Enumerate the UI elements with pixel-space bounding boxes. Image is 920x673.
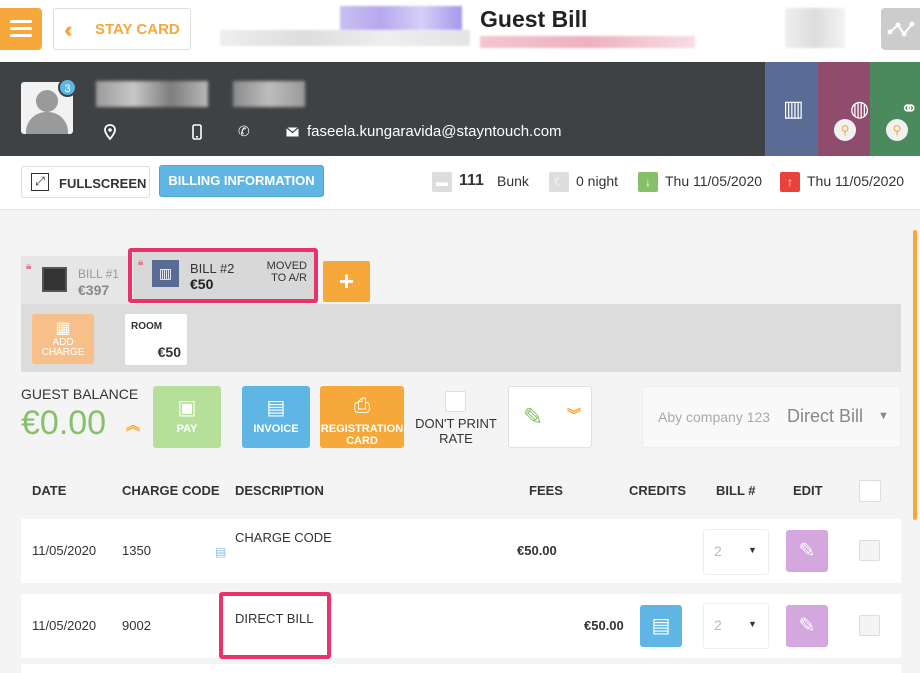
table-row[interactable]: 11/05/2020 1350 ▤ CHARGE CODE €50.00 2 ▼… bbox=[21, 519, 901, 583]
double-chevron-up-icon[interactable]: ︽ bbox=[126, 415, 140, 435]
printer-icon: ⎙ bbox=[354, 395, 370, 417]
highlight-box bbox=[128, 248, 318, 303]
room-type: Bunk bbox=[497, 173, 529, 189]
calculator-icon: ▦ bbox=[55, 320, 71, 337]
phone-icon: ✆ bbox=[238, 123, 250, 139]
network-button[interactable] bbox=[881, 8, 920, 50]
edit-button[interactable]: ✎ bbox=[786, 605, 828, 647]
pay-button[interactable]: ▣ PAY bbox=[153, 386, 221, 448]
guest-email[interactable]: faseela.kungaravida@stayntouch.com bbox=[307, 123, 562, 140]
redacted-text bbox=[220, 30, 470, 46]
col-header-charge-code: CHARGE CODE bbox=[122, 483, 220, 498]
lock-icon: 🔒︎ bbox=[26, 261, 32, 272]
fullscreen-button[interactable]: ⤢ FULLSCREEN bbox=[21, 166, 150, 198]
travel-agent-tile[interactable]: ◍ ⚲ bbox=[818, 62, 870, 156]
caret-down-icon: ▼ bbox=[748, 545, 757, 555]
bill-tab-1[interactable]: 🔒︎ BILL #1 €397 bbox=[21, 256, 129, 304]
stay-card-label: STAY CARD bbox=[95, 21, 180, 38]
receipt-icon: ▤ bbox=[651, 615, 671, 637]
guest-header: 3 ✆ faseela.kungaravida@stayntouch.com ▥… bbox=[0, 62, 920, 156]
document-icon[interactable]: ▤ bbox=[215, 545, 226, 559]
cheque-icon: ✎ bbox=[523, 404, 544, 431]
bill-number-select[interactable]: 2 ▼ bbox=[703, 603, 769, 649]
expand-icon: ⤢ bbox=[31, 173, 49, 191]
scrollbar[interactable] bbox=[913, 230, 917, 520]
dont-print-rate-label: DON'T PRINT RATE bbox=[415, 416, 497, 446]
building-icon: ▥ bbox=[783, 96, 804, 121]
col-header-description: DESCRIPTION bbox=[235, 483, 324, 498]
redacted-guest-name bbox=[233, 81, 305, 107]
caret-down-icon: ▼ bbox=[748, 619, 757, 629]
receipt-icon: ▤ bbox=[266, 397, 286, 419]
ar-account-select[interactable]: Aby company 123 Direct Bill ▼ bbox=[642, 386, 901, 448]
double-chevron-down-icon[interactable]: ︾ bbox=[567, 405, 581, 425]
actions-bar: ⤢ FULLSCREEN BILLING INFORMATION ▬ 111 B… bbox=[0, 156, 920, 210]
add-charge-button[interactable]: ▦ ADD CHARGE bbox=[32, 314, 94, 364]
pencil-icon: ✎ bbox=[798, 540, 816, 562]
ar-bill-type: Direct Bill bbox=[787, 406, 864, 426]
globe-icon: ◍ bbox=[850, 96, 870, 121]
group-icon: ⚭ bbox=[900, 96, 919, 121]
edit-button[interactable]: ✎ bbox=[786, 530, 828, 572]
reservation-count-badge: 3 bbox=[58, 78, 77, 97]
nights-count: 0 night bbox=[576, 173, 619, 189]
page-title: Guest Bill bbox=[480, 6, 588, 32]
search-icon[interactable]: ⚲ bbox=[834, 119, 856, 141]
room-number: 111 bbox=[459, 172, 484, 189]
pencil-icon: ✎ bbox=[798, 615, 816, 637]
redacted-text bbox=[785, 8, 845, 48]
double-chevron-left-icon: ‹‹ bbox=[64, 17, 72, 42]
bed-icon: ▬ bbox=[432, 172, 452, 192]
invoice-button[interactable]: ▤ INVOICE bbox=[242, 386, 310, 448]
add-bill-button[interactable]: + bbox=[323, 261, 370, 302]
table-row[interactable]: 11/05/2020 9002 DIRECT BILL €50.00 ▤ 2 ▼… bbox=[21, 594, 901, 658]
arrival-arrow-icon: ↓ bbox=[638, 172, 658, 192]
moon-icon: ☾ bbox=[549, 172, 569, 192]
bill-number-select[interactable]: 2 ▼ bbox=[703, 529, 769, 575]
guest-balance-value: €0.00 bbox=[21, 404, 107, 442]
col-header-date: DATE bbox=[32, 483, 67, 498]
location-pin-icon bbox=[104, 124, 116, 140]
email-icon bbox=[286, 127, 299, 137]
row-checkbox[interactable] bbox=[859, 615, 880, 636]
company-card-tile[interactable]: ▥ bbox=[765, 62, 818, 156]
wallet-icon: ▣ bbox=[177, 397, 197, 419]
row-checkbox[interactable] bbox=[859, 540, 880, 561]
caret-down-icon: ▼ bbox=[878, 410, 889, 422]
col-header-bill-number: BILL # bbox=[716, 483, 756, 498]
departure-arrow-icon: ↑ bbox=[780, 172, 800, 192]
guest-balance-label: GUEST BALANCE bbox=[21, 386, 139, 402]
top-bar: ‹‹ STAY CARD Guest Bill bbox=[0, 0, 920, 62]
dont-print-rate-checkbox[interactable] bbox=[445, 391, 466, 412]
billing-information-button[interactable]: BILLING INFORMATION bbox=[159, 165, 324, 197]
departure-date: Thu 11/05/2020 bbox=[807, 173, 905, 189]
ar-company-name: Aby company 123 bbox=[658, 409, 771, 425]
bill-summary-panel: ▦ ADD CHARGE ROOM €50 bbox=[21, 304, 901, 372]
col-header-edit: EDIT bbox=[793, 483, 823, 498]
group-tile[interactable]: ⚭ ⚲ bbox=[870, 62, 920, 156]
bill-owner-thumbnail bbox=[42, 267, 67, 292]
room-charge-card[interactable]: ROOM €50 bbox=[125, 314, 187, 365]
redacted-guest-name bbox=[96, 81, 208, 107]
arrival-date: Thu 11/05/2020 bbox=[665, 173, 763, 189]
network-icon bbox=[887, 21, 915, 37]
col-header-credits: CREDITS bbox=[629, 483, 687, 498]
table-row[interactable] bbox=[21, 664, 901, 673]
menu-button[interactable] bbox=[0, 8, 42, 50]
mobile-phone-icon bbox=[192, 124, 202, 140]
registration-card-button[interactable]: ⎙ REGISTRATION CARD bbox=[320, 386, 404, 448]
search-icon[interactable]: ⚲ bbox=[886, 119, 908, 141]
stay-card-button[interactable]: ‹‹ STAY CARD bbox=[53, 8, 191, 50]
highlight-box bbox=[219, 592, 331, 659]
menu-icon bbox=[10, 20, 32, 23]
col-header-fees: FEES bbox=[529, 483, 563, 498]
select-all-checkbox[interactable] bbox=[859, 480, 881, 502]
invoice-document-button[interactable]: ▤ bbox=[640, 605, 682, 647]
redacted-text bbox=[340, 6, 462, 30]
cheque-payment-button[interactable]: ✎ ︾ bbox=[508, 386, 592, 448]
redacted-text bbox=[480, 36, 695, 48]
